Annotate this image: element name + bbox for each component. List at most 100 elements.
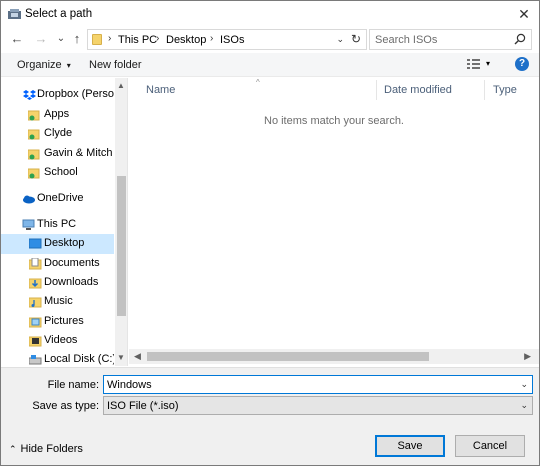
column-divider[interactable] [484, 80, 485, 100]
recent-locations-button[interactable]: ⌄ [53, 31, 69, 47]
sidebar-item-onedrive[interactable]: OneDrive [1, 189, 114, 209]
scroll-right-icon[interactable]: ▶ [524, 351, 531, 362]
sidebar-item-label: This PC [37, 218, 77, 230]
sidebar-item-label: Apps [44, 108, 70, 120]
close-button[interactable]: ✕ [515, 5, 533, 23]
column-header-name[interactable]: Name [146, 84, 175, 96]
search-icon [514, 33, 526, 45]
sidebar-item-documents[interactable]: Documents [1, 254, 114, 274]
sidebar-item-local-disk[interactable]: Local Disk (C:) [1, 350, 114, 366]
up-button[interactable]: ↑ [69, 31, 85, 47]
sidebar-item-apps[interactable]: Apps [1, 105, 114, 125]
desktop-icon [29, 238, 42, 249]
scroll-left-icon[interactable]: ◀ [134, 351, 141, 362]
empty-message: No items match your search. [264, 115, 404, 127]
sidebar-item-label: Dropbox (Persona [37, 88, 114, 100]
file-list-scrollbar[interactable]: ◀ ▶ [129, 349, 539, 364]
back-button[interactable]: ← [9, 31, 25, 47]
search-input[interactable]: Search ISOs [369, 29, 532, 50]
organize-button[interactable]: Organize ▾ [17, 59, 71, 71]
save-type-select[interactable]: ISO File (*.iso) ⌄ [103, 396, 533, 415]
computer-icon [22, 219, 35, 230]
organize-label: Organize [17, 59, 62, 71]
forward-button[interactable]: → [33, 31, 49, 47]
local-disk-icon [29, 355, 42, 365]
scroll-down-icon[interactable]: ▼ [117, 353, 125, 362]
breadcrumb-this-pc[interactable]: This PC [118, 34, 157, 46]
sidebar-item-label: Gavin & Mitch [44, 147, 113, 159]
sidebar-item-label: Desktop [44, 237, 85, 249]
shared-folder-icon [28, 129, 40, 140]
address-dropdown-icon[interactable]: ⌄ [336, 34, 344, 45]
cancel-button[interactable]: Cancel [455, 435, 525, 457]
scrollbar-thumb[interactable] [147, 352, 429, 361]
sidebar-item-label: Local Disk (C:) [44, 353, 114, 365]
sidebar-item-label: School [44, 166, 78, 178]
view-dropdown-icon[interactable]: ▾ [486, 59, 490, 68]
shared-folder-icon [28, 168, 40, 179]
breadcrumb-separator: › [108, 33, 112, 44]
navigation-pane: Dropbox (Persona Apps Clyde Gavin & Mitc… [1, 78, 128, 366]
sidebar-item-label: Documents [44, 257, 100, 269]
chevron-down-icon[interactable]: ⌄ [520, 400, 528, 411]
shared-folder-icon [28, 149, 40, 160]
column-header-date-modified[interactable]: Date modified [384, 84, 452, 96]
title-bar: Select a path ✕ [1, 1, 539, 27]
sidebar-item-this-pc[interactable]: This PC [1, 215, 114, 235]
file-name-label: File name: [47, 379, 99, 391]
sidebar-item-gavin-mitch[interactable]: Gavin & Mitch [1, 144, 114, 164]
pictures-icon [29, 317, 42, 328]
navigation-bar: ← → ⌄ ↑ › This PC › Desktop › ISOs ⌄ ↻ S… [1, 28, 539, 52]
music-icon [29, 297, 42, 308]
address-bar[interactable]: › This PC › Desktop › ISOs ⌄ ↻ [87, 29, 367, 50]
breadcrumb-desktop[interactable]: Desktop [166, 34, 206, 46]
file-name-field[interactable]: Windows ⌄ [103, 375, 533, 394]
sidebar-item-dropbox[interactable]: Dropbox (Persona [1, 85, 114, 105]
view-options-icon[interactable] [467, 59, 480, 70]
sidebar-item-label: OneDrive [37, 192, 84, 204]
sidebar-item-label: Pictures [44, 315, 84, 327]
new-folder-button[interactable]: New folder [89, 59, 142, 71]
sort-indicator-icon: ^ [256, 78, 260, 87]
search-placeholder: Search ISOs [375, 34, 438, 46]
save-button[interactable]: Save [375, 435, 445, 457]
column-divider[interactable] [376, 80, 377, 100]
breadcrumb-isos[interactable]: ISOs [220, 34, 244, 46]
sidebar-item-clyde[interactable]: Clyde [1, 124, 114, 144]
sidebar-item-label: Downloads [44, 276, 99, 288]
save-type-label: Save as type: [32, 400, 99, 412]
command-toolbar: Organize ▾ New folder ▾ ? [1, 53, 539, 77]
sidebar-item-school[interactable]: School [1, 163, 114, 183]
sidebar-item-label: Clyde [44, 127, 73, 139]
hide-folders-button[interactable]: ⌃ Hide Folders [9, 443, 83, 455]
refresh-icon[interactable]: ↻ [351, 32, 361, 46]
column-header-type[interactable]: Type [493, 84, 517, 96]
sidebar-item-label: Videos [44, 334, 78, 346]
breadcrumb-separator: › [156, 33, 160, 44]
hide-folders-label: Hide Folders [20, 443, 83, 455]
sidebar-item-desktop[interactable]: Desktop [1, 234, 114, 254]
scrollbar-thumb[interactable] [117, 176, 126, 316]
chevron-down-icon[interactable]: ⌄ [520, 379, 528, 390]
save-dialog: Select a path ✕ ← → ⌄ ↑ › This PC › Desk… [0, 0, 540, 466]
caret-down-icon: ▾ [66, 61, 71, 70]
scroll-up-icon[interactable]: ▲ [117, 81, 125, 90]
sidebar-item-pictures[interactable]: Pictures [1, 312, 114, 332]
shared-folder-icon [28, 110, 40, 121]
sidebar-scrollbar[interactable]: ▲ ▼ [115, 78, 127, 366]
sidebar-item-videos[interactable]: Videos [1, 331, 114, 351]
breadcrumb-separator: › [210, 33, 214, 44]
file-name-value: Windows [107, 379, 152, 391]
save-type-value: ISO File (*.iso) [107, 400, 179, 412]
dialog-footer: File name: Windows ⌄ Save as type: ISO F… [1, 367, 539, 465]
sidebar-item-label: Music [44, 295, 73, 307]
videos-icon [29, 336, 42, 347]
documents-icon [29, 258, 42, 270]
folder-icon [92, 34, 102, 45]
sidebar-item-music[interactable]: Music [1, 292, 114, 312]
window-title: Select a path [25, 8, 93, 20]
sidebar-item-downloads[interactable]: Downloads [1, 273, 114, 293]
dropbox-icon [23, 90, 36, 100]
file-list: ^ Name Date modified Type No items match… [129, 78, 539, 366]
help-icon[interactable]: ? [515, 57, 529, 71]
